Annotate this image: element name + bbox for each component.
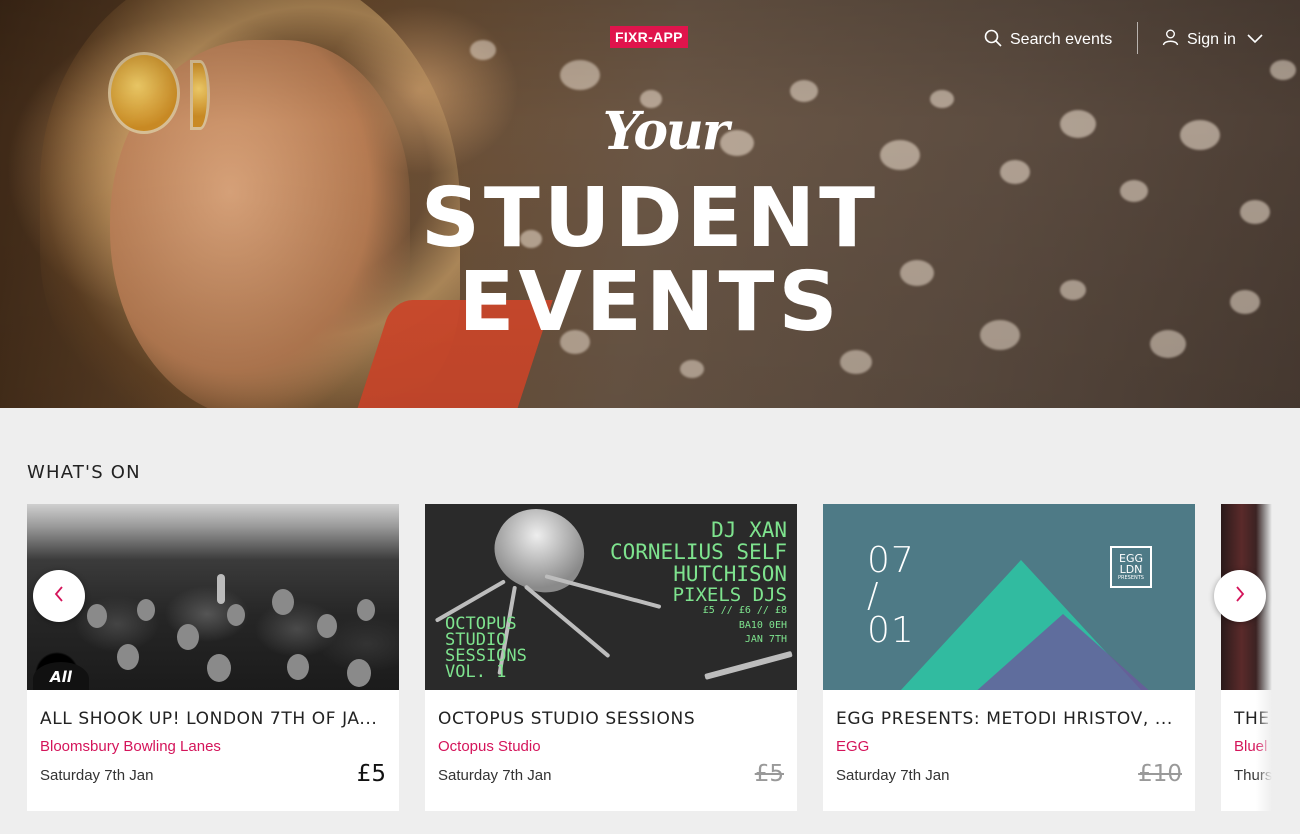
event-title: EGG PRESENTS: METODI HRISTOV, ... [836,709,1173,729]
poster-line: CORNELIUS SELF [609,540,787,564]
poster-line: DJ XAN [711,518,787,542]
poster-line: PIXELS DJS [672,584,787,606]
event-card[interactable]: DJ XAN CORNELIUS SELF HUTCHISON PIXELS D… [425,504,797,811]
hero-headline-line2: EVENTS [458,255,842,350]
event-date: Saturday 7th Jan [836,767,950,784]
hero-headline-line1: STUDENT [420,171,880,266]
carousel-next-button[interactable] [1214,570,1266,622]
event-image: DJ XAN CORNELIUS SELF HUTCHISON PIXELS D… [425,504,797,690]
chevron-down-icon [1246,31,1264,49]
egg-logo-sub: PRESENTS [1118,575,1144,581]
poster-line: HUTCHISON [673,562,787,586]
event-date: Saturday 7th Jan [40,767,154,784]
hero-banner: FIXR-APP Search events Sign in Your STUD… [0,0,1300,408]
user-icon [1162,29,1179,51]
event-venue[interactable]: Bloomsbury Bowling Lanes [40,738,221,755]
event-card[interactable]: All Shook ALL SHOOK UP! LONDON 7TH OF JA… [27,504,399,811]
fixr-logo[interactable]: FIXR-APP [610,26,688,48]
poster-title: VOL. 1 [445,662,507,682]
poster-triangle [973,614,1153,690]
poster-day: 07 [867,540,915,581]
sign-in-menu[interactable]: Sign in [1162,28,1264,52]
hero-script-text: Your [602,101,730,162]
event-price-sold-out: £5 [754,761,784,787]
event-price: £5 [356,761,386,787]
event-price-sold-out: £10 [1138,761,1182,787]
poster-detail: JAN 7TH [744,634,787,645]
chevron-left-icon [53,585,65,608]
all-shook-badge: All Shook [33,662,89,690]
search-events-button[interactable]: Search events [984,28,1112,52]
carousel-prev-button[interactable] [33,570,85,622]
section-title-whats-on: WHAT'S ON [27,462,141,483]
nav-divider [1137,22,1138,54]
search-icon [984,29,1002,52]
octopus-illustration [482,504,598,606]
event-venue[interactable]: Octopus Studio [438,738,541,755]
poster-detail: £5 // £6 // £8 [702,605,787,616]
search-events-label: Search events [1010,31,1113,48]
sign-in-label: Sign in [1187,31,1236,48]
event-title: ALL SHOOK UP! LONDON 7TH OF JA... [40,709,378,729]
poster-detail: BA10 0EH [738,620,787,631]
chevron-right-icon [1234,585,1246,608]
event-venue[interactable]: EGG [836,738,869,755]
poster-month: 01 [867,610,915,651]
event-date: Saturday 7th Jan [438,767,552,784]
event-title: OCTOPUS STUDIO SESSIONS [438,709,696,729]
event-card[interactable]: 07 / 01 EGG LDN PRESENTS EGG PRESENTS: M… [823,504,1195,811]
egg-ldn-logo: EGG LDN PRESENTS [1110,546,1152,588]
event-image: 07 / 01 EGG LDN PRESENTS [823,504,1195,690]
